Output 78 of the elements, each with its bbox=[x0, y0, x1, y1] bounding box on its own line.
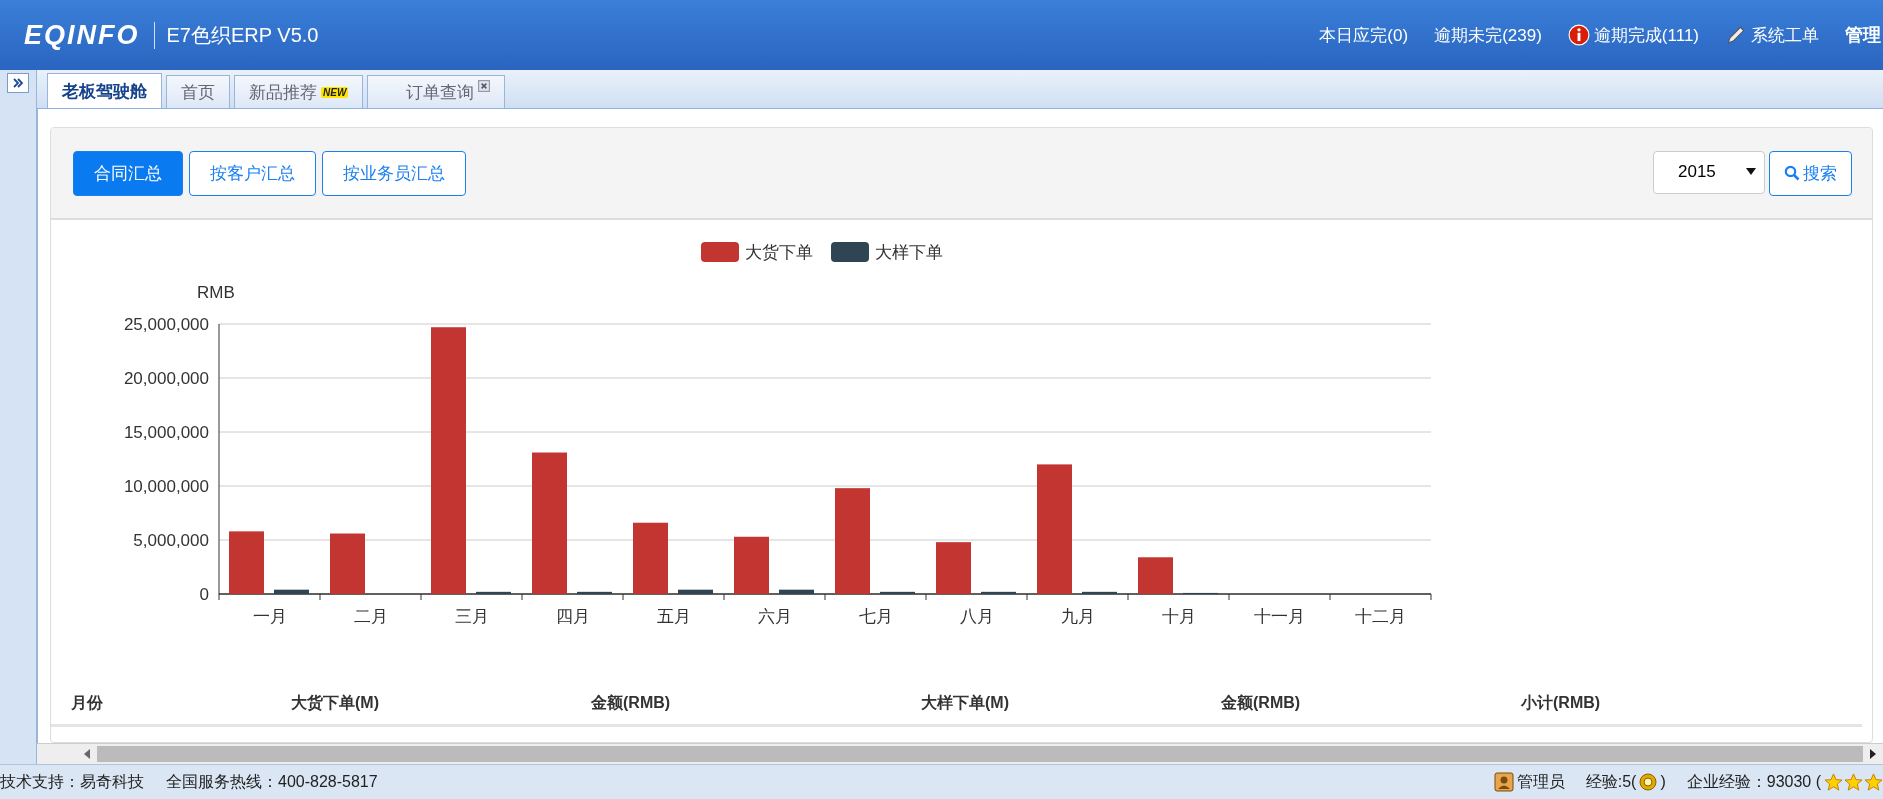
bar bbox=[1138, 557, 1173, 594]
month-label: 七月 bbox=[858, 607, 893, 626]
legend-label: 大货下单 bbox=[745, 243, 813, 262]
hotline-text: 全国服务热线：400-828-5817 bbox=[166, 771, 378, 792]
caret-icon bbox=[1746, 168, 1756, 176]
summary-button[interactable]: 按业务员汇总 bbox=[322, 150, 466, 196]
bar bbox=[734, 536, 769, 594]
scroll-left-icon[interactable] bbox=[83, 749, 91, 759]
horizontal-scrollbar[interactable] bbox=[37, 743, 1883, 764]
coin-icon bbox=[1639, 773, 1658, 791]
year-select[interactable]: 2015 bbox=[1653, 150, 1765, 194]
tick-label: 5,000,000 bbox=[133, 531, 209, 550]
month-label: 六月 bbox=[757, 607, 792, 626]
tick-label: 25,000,000 bbox=[123, 315, 209, 334]
scroll-right-icon[interactable] bbox=[1869, 749, 1877, 759]
month-label: 十二月 bbox=[1355, 607, 1406, 626]
tab[interactable]: 新品推荐 NEW bbox=[234, 75, 364, 108]
column-header: 金额(RMB) bbox=[591, 692, 672, 713]
bar bbox=[577, 591, 612, 594]
month-label: 九月 bbox=[1060, 607, 1095, 626]
month-label: 四月 bbox=[555, 607, 590, 626]
month-label: 八月 bbox=[959, 607, 994, 626]
experience-text: 经验:5( bbox=[1585, 771, 1637, 792]
month-label: 十一月 bbox=[1254, 607, 1305, 626]
bar bbox=[678, 589, 713, 594]
month-label: 二月 bbox=[353, 607, 388, 626]
bar bbox=[981, 591, 1016, 594]
tab[interactable]: 首页 bbox=[166, 75, 230, 108]
column-header: 大货下单(M) bbox=[291, 692, 380, 714]
tick-label: 10,000,000 bbox=[123, 477, 209, 496]
summary-button[interactable]: 合同汇总 bbox=[73, 150, 183, 196]
column-header: 金额(RMB) bbox=[1221, 692, 1302, 713]
month-label: 十月 bbox=[1161, 607, 1196, 626]
support-text: 技术支持：易奇科技 bbox=[0, 771, 144, 792]
search-button[interactable]: 搜索 bbox=[1769, 150, 1852, 196]
user-card-icon bbox=[1493, 772, 1514, 792]
user-name[interactable]: 管理 bbox=[1845, 23, 1883, 47]
product-name: E7色织ERP V5.0 bbox=[153, 21, 319, 49]
close-icon[interactable] bbox=[478, 80, 491, 92]
column-header: 小计(RMB) bbox=[1521, 692, 1602, 713]
new-badge: NEW bbox=[321, 86, 349, 98]
month-label: 三月 bbox=[454, 607, 489, 626]
axis-title: RMB bbox=[197, 283, 235, 302]
header-link[interactable]: 逾期完成(111) bbox=[1567, 23, 1699, 47]
column-header: 大样下单(M) bbox=[921, 692, 1010, 713]
star-icon bbox=[1844, 772, 1863, 792]
tick-label: 15,000,000 bbox=[123, 423, 209, 442]
column-header: 月份 bbox=[71, 692, 104, 713]
tick-label: 0 bbox=[199, 585, 209, 604]
tab[interactable]: 订单查询 bbox=[367, 75, 506, 108]
bar bbox=[330, 533, 365, 594]
star-icon bbox=[1864, 772, 1883, 792]
info-icon bbox=[1567, 24, 1590, 46]
bar bbox=[633, 522, 668, 594]
bar bbox=[229, 531, 264, 594]
company-experience-text: 企业经验：93030 ( bbox=[1686, 771, 1821, 792]
month-label: 一月 bbox=[252, 607, 287, 626]
bar bbox=[779, 589, 814, 594]
expand-icon[interactable] bbox=[7, 73, 29, 93]
pencil-icon bbox=[1725, 24, 1747, 46]
bar bbox=[476, 591, 511, 594]
bar bbox=[936, 542, 971, 594]
bar bbox=[274, 589, 309, 594]
bar bbox=[1082, 591, 1117, 594]
legend-label: 大样下单 bbox=[875, 243, 943, 262]
bar bbox=[880, 591, 915, 594]
logo: EQINFO bbox=[24, 19, 140, 51]
header-link[interactable]: 逾期未完(239) bbox=[1434, 23, 1542, 47]
header-link[interactable]: 系统工单 bbox=[1725, 23, 1819, 47]
star-icon bbox=[1824, 772, 1843, 792]
header-link[interactable]: 本日应完(0) bbox=[1319, 23, 1409, 47]
tab[interactable]: 老板驾驶舱 bbox=[47, 73, 162, 108]
experience-end: ) bbox=[1660, 773, 1666, 791]
search-icon bbox=[1784, 165, 1800, 181]
summary-button[interactable]: 按客户汇总 bbox=[189, 150, 316, 196]
user-name: 管理员 bbox=[1516, 771, 1565, 792]
month-label: 五月 bbox=[656, 607, 691, 626]
tick-label: 20,000,000 bbox=[123, 369, 209, 388]
